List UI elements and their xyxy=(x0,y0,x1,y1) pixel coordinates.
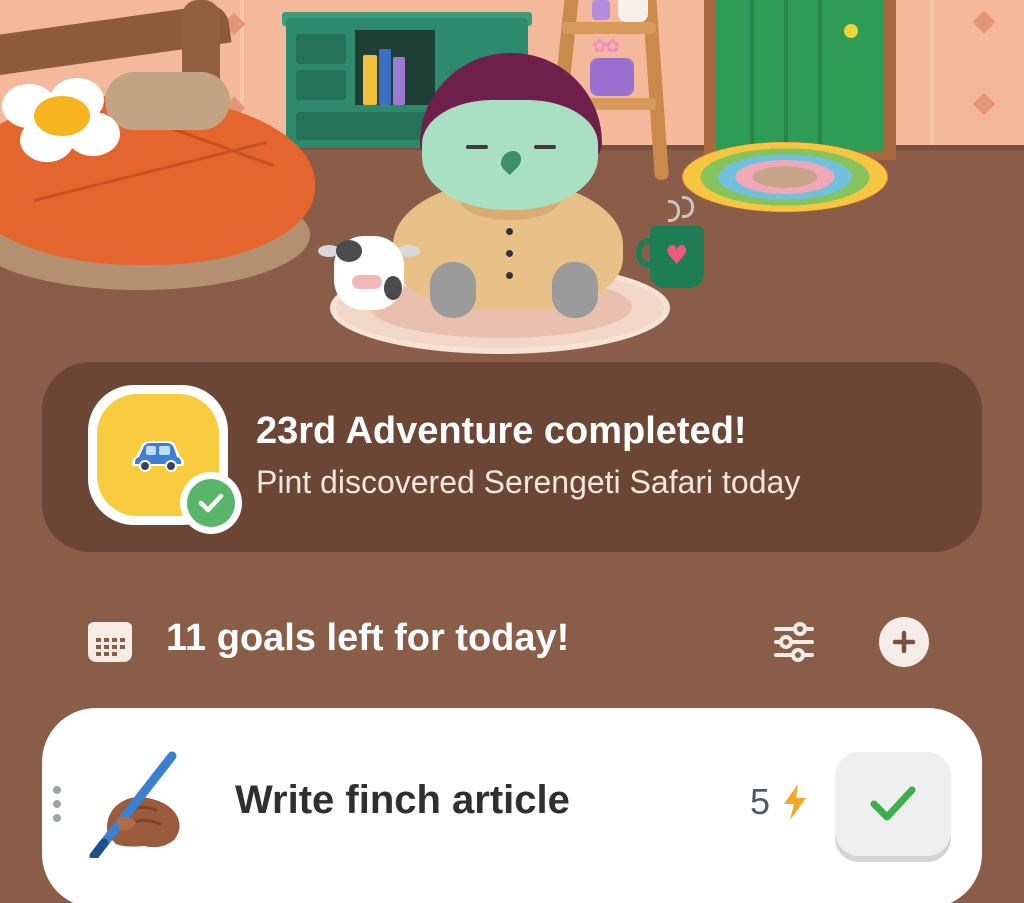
adventure-subtitle: Pint discovered Serengeti Safari today xyxy=(256,464,801,500)
add-goal-button[interactable] xyxy=(879,617,929,667)
drag-dot xyxy=(53,800,61,808)
flower-icon: ✿✿ xyxy=(592,36,620,57)
cow-spot xyxy=(336,240,362,262)
heart-icon: ♥ xyxy=(665,241,689,271)
cabinet-drawer xyxy=(296,34,346,64)
drag-dot xyxy=(53,786,61,794)
cow-nose xyxy=(352,275,382,289)
adventure-complete-badge xyxy=(180,472,242,534)
ladder-step xyxy=(562,22,656,34)
book xyxy=(379,49,391,105)
complete-goal-button[interactable] xyxy=(835,752,951,856)
jacket-button xyxy=(506,250,513,257)
pillow xyxy=(105,72,230,130)
bird-eye xyxy=(466,145,488,149)
door-slat xyxy=(818,0,822,152)
lightning-bolt-icon xyxy=(784,784,806,820)
wall-stripe xyxy=(930,0,934,165)
calendar-icon[interactable] xyxy=(86,620,134,664)
watering-can xyxy=(590,58,634,96)
purple-jar xyxy=(592,0,610,20)
check-icon xyxy=(198,493,224,513)
jacket-button xyxy=(506,272,513,279)
car-icon xyxy=(132,441,184,472)
drag-handle-icon[interactable] xyxy=(53,786,63,826)
door-slat xyxy=(784,0,788,152)
flower-pillow xyxy=(0,78,120,162)
rainbow-rug xyxy=(682,142,888,212)
book xyxy=(393,57,405,105)
jacket-button xyxy=(506,228,513,235)
green-door xyxy=(716,0,884,152)
cabinet-drawer xyxy=(296,70,346,100)
flower-center xyxy=(34,96,90,136)
cabinet-shelf xyxy=(355,30,435,105)
cow-spot xyxy=(384,276,402,300)
bird-foot xyxy=(430,262,476,318)
goal-energy-value: 5 xyxy=(750,781,771,822)
door-slat xyxy=(750,0,754,152)
cupcake xyxy=(618,0,648,22)
room-scene: ✿✿ ♥ xyxy=(0,0,1024,360)
adventure-title: 23rd Adventure completed! xyxy=(256,410,747,452)
adventure-complete-badge-inner xyxy=(187,479,235,527)
goals-left-title: 11 goals left for today! xyxy=(166,617,570,659)
goal-title: Write finch article xyxy=(235,778,570,822)
door-knob xyxy=(844,24,858,38)
bird-eye xyxy=(534,145,556,149)
writing-hand-icon xyxy=(89,751,180,858)
bird-foot xyxy=(552,262,598,318)
book xyxy=(363,55,377,105)
plus-icon xyxy=(892,630,916,654)
sliders-icon[interactable] xyxy=(770,618,818,666)
drag-dot xyxy=(53,814,61,822)
check-icon xyxy=(870,786,916,821)
